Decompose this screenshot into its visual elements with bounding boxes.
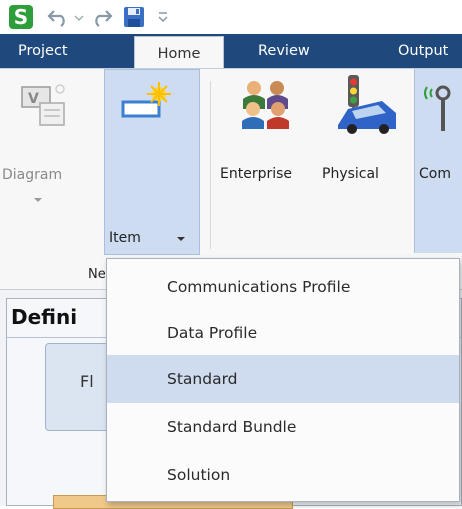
ribbon-group-label: Ne (88, 267, 106, 282)
menu-item-standard-bundle[interactable]: Standard Bundle (107, 403, 459, 451)
app-logo[interactable]: S (9, 5, 33, 29)
diagram-button[interactable]: V Diagram (0, 69, 100, 253)
document-heading: Defini (11, 305, 78, 329)
enterprise-label: Enterprise (220, 166, 293, 182)
antenna-icon (424, 85, 451, 131)
item-dropdown-menu: Communications Profile Data Profile Stan… (106, 258, 460, 502)
menu-item-solution[interactable]: Solution (107, 451, 459, 499)
menu-item-standard[interactable]: Standard (107, 355, 459, 403)
communications-button[interactable]: Com (414, 69, 462, 253)
tab-output[interactable]: Output (398, 34, 448, 68)
diagram-dropdown-icon (34, 198, 42, 202)
physical-button[interactable]: Physical (318, 69, 412, 253)
menu-item-data-profile[interactable]: Data Profile (107, 309, 459, 357)
flow-card-label: Fl (80, 372, 94, 391)
save-button[interactable] (122, 6, 146, 28)
ribbon-separator (210, 81, 211, 249)
save-icon (124, 7, 144, 27)
customize-toolbar-button[interactable] (156, 6, 170, 28)
physical-label: Physical (322, 166, 379, 182)
undo-dropdown[interactable] (74, 6, 84, 28)
enterprise-icon (242, 81, 289, 129)
item-button[interactable]: Item (104, 69, 200, 255)
app-logo-icon: S (9, 5, 33, 29)
ribbon-tab-strip: Project Home Review Output (0, 34, 462, 70)
tab-review[interactable]: Review (258, 34, 310, 68)
redo-icon (95, 10, 113, 27)
menu-item-communications-profile[interactable]: Communications Profile (107, 263, 459, 311)
tab-home[interactable]: Home (134, 36, 224, 70)
item-icon (121, 82, 171, 118)
physical-icon (338, 75, 396, 134)
diagram-label: Diagram (2, 167, 63, 183)
tab-project[interactable]: Project (18, 34, 68, 68)
diagram-icon: V (21, 84, 65, 126)
redo-button[interactable] (88, 6, 114, 28)
communications-label: Com (419, 166, 451, 182)
item-dropdown-icon (177, 237, 185, 241)
enterprise-button[interactable]: Enterprise (212, 69, 316, 253)
quick-access-toolbar: S (0, 0, 462, 34)
item-label: Item (109, 230, 141, 246)
svg-text:V: V (28, 91, 39, 107)
chevron-down-icon (74, 15, 84, 21)
customize-toolbar-icon (158, 12, 168, 23)
undo-button[interactable] (46, 6, 72, 28)
undo-icon (47, 10, 65, 27)
